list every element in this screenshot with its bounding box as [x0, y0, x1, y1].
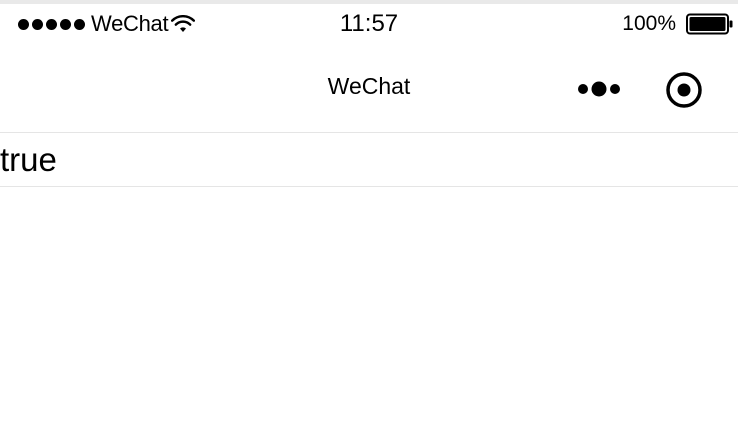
- battery-percent: 100%: [622, 12, 676, 35]
- page-title: WeChat: [327, 73, 411, 99]
- status-bar: WeChat 11:57 100%: [0, 4, 738, 44]
- page-content: true: [0, 134, 738, 187]
- more-button[interactable]: [574, 77, 624, 101]
- close-button[interactable]: [664, 70, 704, 110]
- close-target-icon: [666, 72, 702, 108]
- more-dots-icon: [578, 81, 620, 97]
- navigation-bar: WeChat: [0, 44, 738, 133]
- value-text: true: [0, 134, 738, 187]
- status-bar-right: 100%: [622, 11, 734, 37]
- battery-icon: [686, 13, 733, 35]
